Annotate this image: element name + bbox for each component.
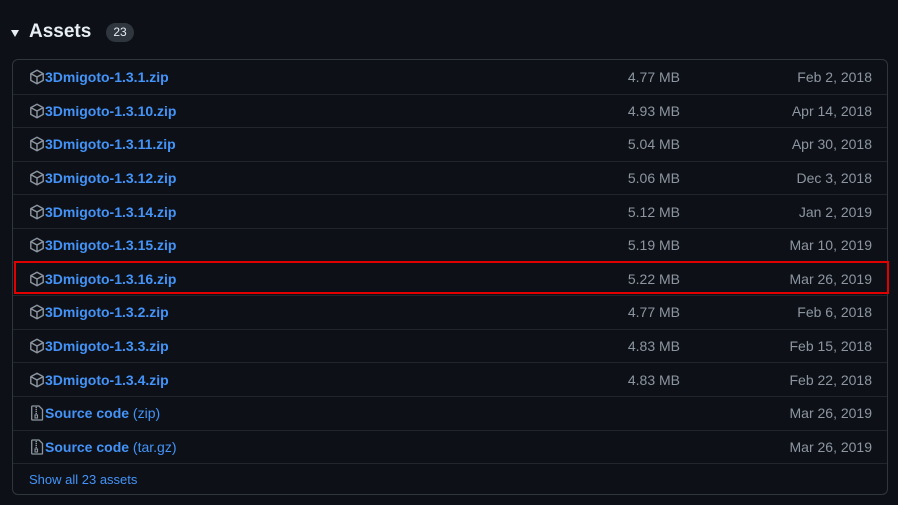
asset-link[interactable]: 3Dmigoto-1.3.15.zip [45, 237, 176, 253]
source-code-targz-link[interactable]: Source code (tar.gz) [45, 439, 177, 455]
asset-row: 3Dmigoto-1.3.2.zip 4.77 MB Feb 6, 2018 [13, 295, 887, 329]
asset-size: 4.77 MB [627, 68, 680, 85]
source-row: Source code (zip) Mar 26, 2019 [13, 396, 887, 430]
asset-link[interactable]: 3Dmigoto-1.3.4.zip [45, 372, 169, 388]
asset-size: 4.83 MB [627, 338, 680, 355]
asset-link[interactable]: 3Dmigoto-1.3.11.zip [45, 136, 176, 152]
asset-size: 4.83 MB [627, 371, 680, 388]
package-icon [29, 170, 45, 186]
asset-row: 3Dmigoto-1.3.3.zip 4.83 MB Feb 15, 2018 [13, 328, 887, 363]
source-code-label: Source code [45, 438, 130, 455]
asset-link[interactable]: 3Dmigoto-1.3.3.zip [45, 338, 169, 354]
asset-row: 3Dmigoto-1.3.15.zip 5.19 MB Mar 10, 2019 [13, 228, 887, 262]
package-icon [29, 237, 45, 253]
asset-link[interactable]: 3Dmigoto-1.3.2.zip [45, 304, 169, 320]
asset-date: Mar 26, 2019 [789, 438, 873, 455]
package-icon [29, 136, 45, 152]
file-zip-icon [29, 439, 45, 455]
asset-row: 3Dmigoto-1.3.11.zip 5.04 MB Apr 30, 2018 [13, 127, 887, 161]
asset-date: Jan 2, 2019 [798, 203, 872, 220]
asset-row: 3Dmigoto-1.3.4.zip 4.83 MB Feb 22, 2018 [13, 362, 887, 396]
source-row: Source code (tar.gz) Mar 26, 2019 [13, 429, 887, 464]
source-code-format: (zip) [132, 405, 161, 422]
asset-date: Apr 14, 2018 [791, 102, 872, 119]
asset-link[interactable]: 3Dmigoto-1.3.12.zip [45, 170, 176, 186]
asset-link[interactable]: 3Dmigoto-1.3.16.zip [45, 271, 176, 287]
package-icon [29, 338, 45, 354]
asset-date: Mar 26, 2019 [789, 405, 873, 422]
asset-date: Feb 15, 2018 [789, 338, 872, 355]
package-icon [29, 204, 45, 220]
show-all-assets-link[interactable]: Show all 23 assets [29, 472, 137, 487]
assets-list: 3Dmigoto-1.3.1.zip 4.77 MB Feb 2, 2018 3… [12, 59, 888, 495]
asset-row: 3Dmigoto-1.3.12.zip 5.06 MB Dec 3, 2018 [13, 160, 887, 195]
asset-row: 3Dmigoto-1.3.1.zip 4.77 MB Feb 2, 2018 [13, 60, 887, 94]
asset-link[interactable]: 3Dmigoto-1.3.1.zip [45, 69, 169, 85]
asset-size: 5.06 MB [627, 170, 680, 187]
asset-date: Feb 6, 2018 [797, 304, 872, 321]
source-code-label: Source code [45, 405, 130, 422]
asset-date: Feb 22, 2018 [789, 371, 872, 388]
asset-date: Feb 2, 2018 [797, 68, 872, 85]
file-zip-icon [29, 405, 45, 421]
assets-count-badge: 23 [106, 22, 134, 42]
asset-date: Mar 10, 2019 [789, 237, 873, 254]
package-icon [29, 69, 45, 85]
package-icon [29, 304, 45, 320]
show-all-row: Show all 23 assets [13, 463, 887, 494]
source-code-zip-link[interactable]: Source code (zip) [45, 405, 160, 421]
asset-size: 4.93 MB [627, 102, 680, 119]
package-icon [29, 103, 45, 119]
asset-size: 5.19 MB [627, 237, 680, 254]
source-code-format: (tar.gz) [132, 438, 177, 455]
caret-down-icon[interactable] [11, 29, 19, 37]
asset-size: 5.12 MB [627, 203, 680, 220]
asset-row: 3Dmigoto-1.3.14.zip 5.12 MB Jan 2, 2019 [13, 194, 887, 228]
asset-size: 5.22 MB [627, 270, 680, 287]
asset-link[interactable]: 3Dmigoto-1.3.10.zip [45, 103, 176, 119]
asset-date: Apr 30, 2018 [791, 136, 872, 153]
asset-size: 4.77 MB [627, 304, 680, 321]
assets-header[interactable]: Assets 23 [11, 18, 134, 46]
asset-link[interactable]: 3Dmigoto-1.3.14.zip [45, 204, 176, 220]
asset-size: 5.04 MB [627, 136, 680, 153]
asset-row: 3Dmigoto-1.3.10.zip 4.93 MB Apr 14, 2018 [13, 93, 887, 128]
package-icon [29, 372, 45, 388]
package-icon [29, 271, 45, 287]
asset-date: Dec 3, 2018 [796, 170, 873, 187]
asset-row-highlighted: 3Dmigoto-1.3.16.zip 5.22 MB Mar 26, 2019 [13, 261, 887, 296]
asset-date: Mar 26, 2019 [789, 270, 873, 287]
assets-title: Assets [29, 21, 92, 42]
